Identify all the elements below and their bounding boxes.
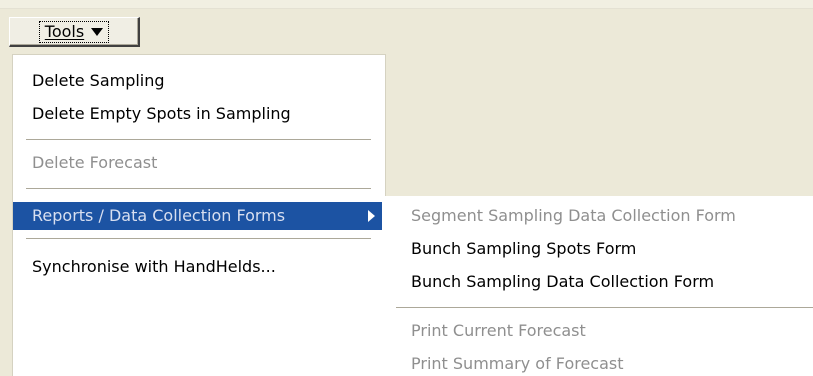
reports-menu-label: Reports / Data Collection Forms xyxy=(32,206,286,225)
tools-button-focus: Tools xyxy=(38,20,110,43)
dropdown-triangle-icon xyxy=(91,28,104,36)
tools-menu-button[interactable]: Tools xyxy=(9,17,140,47)
reports-submenu: Segment Sampling Data Collection Form Bu… xyxy=(382,196,813,376)
menu-item-synchronise-handhelds[interactable]: Synchronise with HandHelds... xyxy=(13,253,385,281)
menu-item-reports-data-collection-forms[interactable]: Reports / Data Collection Forms xyxy=(13,202,385,230)
submenu-item-bunch-sampling-spots-form[interactable]: Bunch Sampling Spots Form xyxy=(382,235,813,263)
submenu-arrow-icon xyxy=(368,210,375,222)
tools-dropdown-menu: Delete Sampling Delete Empty Spots in Sa… xyxy=(13,55,385,376)
menu-separator xyxy=(26,238,371,239)
menu-separator xyxy=(26,139,371,140)
submenu-item-bunch-sampling-data-collection-form[interactable]: Bunch Sampling Data Collection Form xyxy=(382,268,813,296)
menu-item-delete-sampling[interactable]: Delete Sampling xyxy=(13,67,385,95)
submenu-separator xyxy=(396,307,813,308)
top-window-strip xyxy=(0,0,813,9)
menu-item-delete-empty-spots[interactable]: Delete Empty Spots in Sampling xyxy=(13,100,385,128)
menu-item-delete-forecast: Delete Forecast xyxy=(32,153,158,172)
submenu-item-segment-sampling-form: Segment Sampling Data Collection Form xyxy=(411,206,736,225)
tools-button-label: Tools xyxy=(44,21,85,41)
application-window: Tools Delete Sampling Delete Empty Spots… xyxy=(0,0,813,376)
menu-separator xyxy=(26,188,371,189)
submenu-item-print-current-forecast: Print Current Forecast xyxy=(411,321,586,340)
submenu-item-print-summary-forecast: Print Summary of Forecast xyxy=(411,354,624,373)
